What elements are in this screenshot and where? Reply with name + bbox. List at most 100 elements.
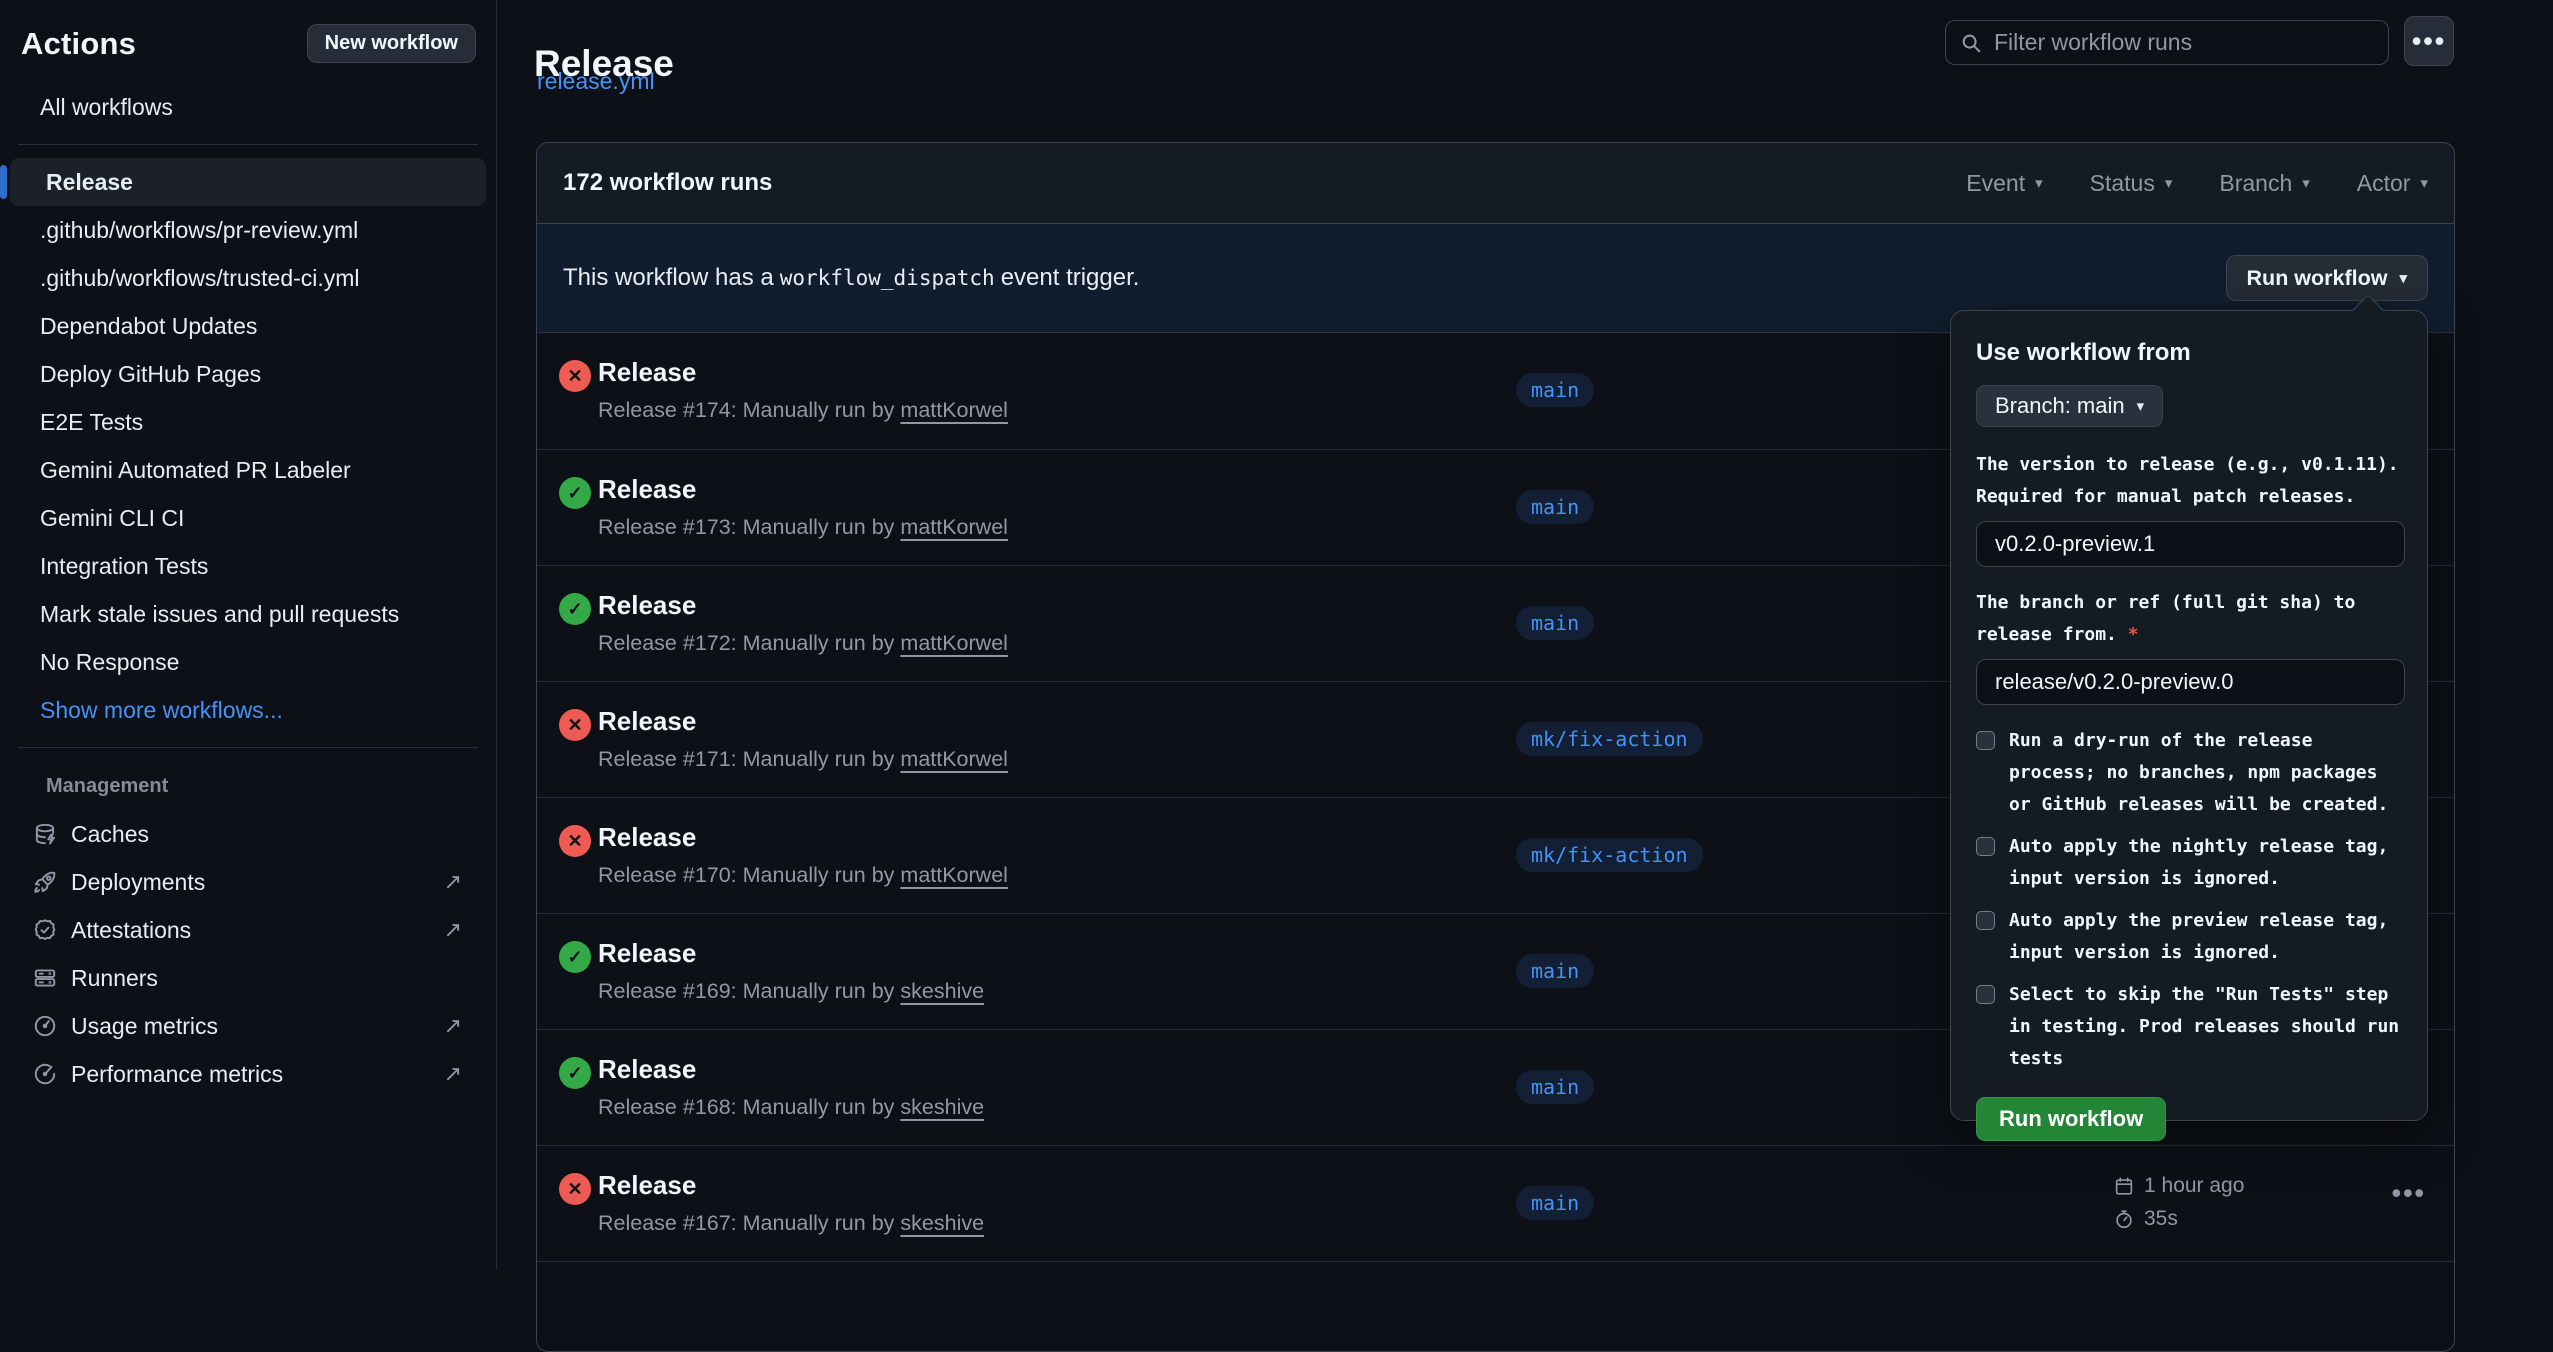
run-subtitle: Release #172: Manually run bymattKorwel <box>598 631 1008 656</box>
sidebar-item-dependabot-updates[interactable]: Dependabot Updates <box>10 302 486 350</box>
sidebar-item-label: Attestations <box>71 917 191 944</box>
version-input-label: The version to release (e.g., v0.1.11). … <box>1976 449 2406 513</box>
checkbox[interactable] <box>1976 837 1995 856</box>
run-subtitle: Release #167: Manually run byskeshive <box>598 1211 984 1236</box>
sidebar-item-trusted-ci[interactable]: .github/workflows/trusted-ci.yml <box>10 254 486 302</box>
search-icon <box>1960 32 1982 54</box>
run-title-link[interactable]: Release <box>598 1170 696 1201</box>
show-more-workflows-link[interactable]: Show more workflows... <box>10 686 486 734</box>
sidebar-item-deploy-github-pages[interactable]: Deploy GitHub Pages <box>10 350 486 398</box>
goal-icon <box>32 1061 58 1087</box>
checkbox[interactable] <box>1976 985 1995 1004</box>
branch-badge[interactable]: main <box>1516 490 1594 524</box>
ref-input[interactable] <box>1976 659 2405 705</box>
run-actor-link[interactable]: mattKorwel <box>900 398 1008 422</box>
branch-select-button[interactable]: Branch: main▾ <box>1976 385 2163 427</box>
meter-icon <box>32 1013 58 1039</box>
branch-badge[interactable]: mk/fix-action <box>1516 722 1703 756</box>
run-workflow-submit-button[interactable]: Run workflow <box>1976 1097 2166 1141</box>
run-title-link[interactable]: Release <box>598 590 696 621</box>
checkbox-label: Select to skip the "Run Tests" step in t… <box>2009 979 2401 1075</box>
sidebar-item-caches[interactable]: Caches <box>16 810 480 858</box>
run-actor-link[interactable]: mattKorwel <box>900 631 1008 655</box>
run-title-link[interactable]: Release <box>598 474 696 505</box>
sidebar-item-pr-review[interactable]: .github/workflows/pr-review.yml <box>10 206 486 254</box>
run-title-link[interactable]: Release <box>598 706 696 737</box>
filter-workflow-runs-input[interactable]: Filter workflow runs <box>1945 20 2389 65</box>
run-workflow-dropdown-button[interactable]: Run workflow▾ <box>2226 255 2428 301</box>
actor-filter-dropdown[interactable]: Actor ▾ <box>2357 170 2428 197</box>
version-input[interactable] <box>1976 521 2405 567</box>
filter-label: Actor <box>2357 170 2411 197</box>
workflow-options-button[interactable]: ••• <box>2404 16 2454 66</box>
chevron-down-icon: ▾ <box>2137 397 2145 415</box>
sidebar-item-all-workflows[interactable]: All workflows <box>10 83 486 131</box>
branch-badge[interactable]: main <box>1516 606 1594 640</box>
run-title-link[interactable]: Release <box>598 1054 696 1085</box>
sidebar-item-e2e-tests[interactable]: E2E Tests <box>10 398 486 446</box>
branch-badge[interactable]: main <box>1516 1186 1594 1220</box>
ref-label-text: The branch or ref (full git sha) to rele… <box>1976 592 2355 645</box>
checkbox[interactable] <box>1976 731 1995 750</box>
rocket-icon <box>32 869 58 895</box>
run-status-icon <box>559 825 591 857</box>
filter-placeholder: Filter workflow runs <box>1994 29 2192 56</box>
management-section-label: Management <box>16 761 480 810</box>
run-actor-link[interactable]: mattKorwel <box>900 863 1008 887</box>
run-subtitle: Release #170: Manually run bymattKorwel <box>598 863 1008 888</box>
sidebar-title: Actions <box>21 26 136 62</box>
new-workflow-button[interactable]: New workflow <box>307 24 476 63</box>
run-title-link[interactable]: Release <box>598 822 696 853</box>
run-actor-link[interactable]: skeshive <box>900 1095 984 1119</box>
workflow-file-link[interactable]: release.yml <box>537 68 655 95</box>
sidebar-item-label: Usage metrics <box>71 1013 218 1040</box>
checkbox[interactable] <box>1976 911 1995 930</box>
sidebar-item-integration-tests[interactable]: Integration Tests <box>10 542 486 590</box>
run-options-button[interactable]: ••• <box>2392 1188 2426 1198</box>
sidebar-item-gemini-cli-ci[interactable]: Gemini CLI CI <box>10 494 486 542</box>
runs-count: 172 workflow runs <box>563 169 772 197</box>
sidebar-item-runners[interactable]: Runners <box>16 954 480 1002</box>
sidebar-item-release[interactable]: Release <box>10 158 486 206</box>
sidebar-item-no-response[interactable]: No Response <box>10 638 486 686</box>
branch-badge[interactable]: main <box>1516 373 1594 407</box>
filter-label: Event <box>1966 170 2025 197</box>
sidebar-item-label: Runners <box>71 965 158 992</box>
sidebar-item-mark-stale[interactable]: Mark stale issues and pull requests <box>10 590 486 638</box>
run-description: Release #169: Manually run by <box>598 979 894 1003</box>
chevron-down-icon: ▾ <box>2399 269 2407 287</box>
sidebar-item-gemini-pr-labeler[interactable]: Gemini Automated PR Labeler <box>10 446 486 494</box>
sidebar-item-usage-metrics[interactable]: Usage metrics ↗ <box>16 1002 480 1050</box>
run-actor-link[interactable]: skeshive <box>900 1211 984 1235</box>
run-description: Release #170: Manually run by <box>598 863 894 887</box>
branch-badge[interactable]: mk/fix-action <box>1516 838 1703 872</box>
checkbox-label: Run a dry-run of the release process; no… <box>2009 725 2401 821</box>
sidebar-divider <box>18 747 478 748</box>
run-subtitle: Release #171: Manually run bymattKorwel <box>598 747 1008 772</box>
calendar-icon <box>2113 1175 2135 1197</box>
run-actor-link[interactable]: mattKorwel <box>900 747 1008 771</box>
sidebar-item-deployments[interactable]: Deployments ↗ <box>16 858 480 906</box>
sidebar-item-performance-metrics[interactable]: Performance metrics ↗ <box>16 1050 480 1098</box>
checkbox-label: Auto apply the preview release tag, inpu… <box>2009 905 2401 969</box>
run-description: Release #173: Manually run by <box>598 515 894 539</box>
branch-filter-dropdown[interactable]: Branch▾ <box>2219 170 2309 197</box>
run-actor-link[interactable]: skeshive <box>900 979 984 1003</box>
status-filter-dropdown[interactable]: Status▾ <box>2090 170 2173 197</box>
sidebar-item-label: Caches <box>71 821 149 848</box>
run-actor-link[interactable]: mattKorwel <box>900 515 1008 539</box>
run-title-link[interactable]: Release <box>598 357 696 388</box>
event-filter-dropdown[interactable]: Event▾ <box>1966 170 2042 197</box>
panel-heading: Use workflow from <box>1976 339 2411 367</box>
checkbox-row: Run a dry-run of the release process; no… <box>1976 725 2411 821</box>
external-link-icon: ↗ <box>444 917 462 943</box>
chevron-down-icon: ▾ <box>2420 174 2428 192</box>
chevron-down-icon: ▾ <box>2302 174 2310 192</box>
run-title-link[interactable]: Release <box>598 938 696 969</box>
actions-sidebar: Actions New workflow All workflows Relea… <box>0 0 497 1270</box>
workflow-run-row[interactable]: Release Release #167: Manually run byske… <box>537 1145 2454 1261</box>
branch-badge[interactable]: main <box>1516 954 1594 988</box>
sidebar-item-attestations[interactable]: Attestations ↗ <box>16 906 480 954</box>
branch-badge[interactable]: main <box>1516 1070 1594 1104</box>
run-subtitle: Release #168: Manually run byskeshive <box>598 1095 984 1120</box>
